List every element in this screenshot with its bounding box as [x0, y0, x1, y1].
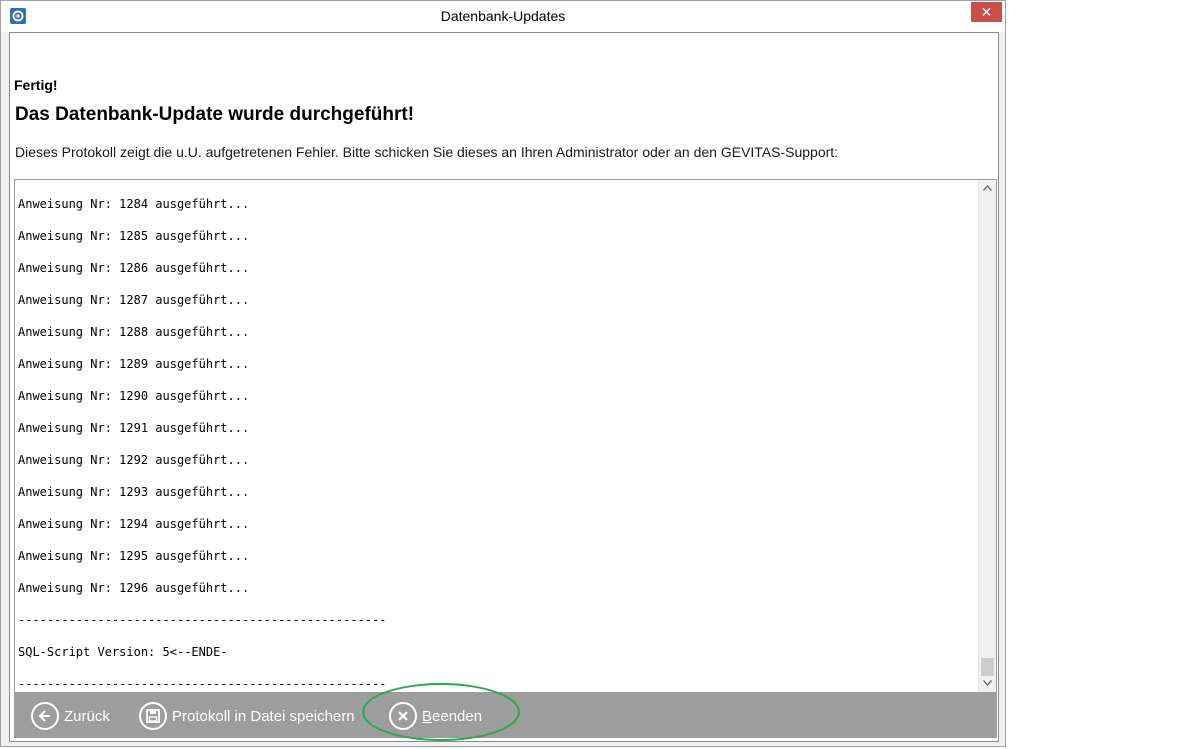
save-log-button-label: Protokoll in Datei speichern [172, 707, 355, 725]
dialog-window: Datenbank-Updates ✕ Fertig! Das Datenban… [0, 0, 1006, 747]
arrow-left-icon [31, 702, 59, 730]
save-log-button[interactable]: Protokoll in Datei speichern [139, 700, 355, 732]
log-line: Anweisung Nr: 1289 ausgeführt... [18, 357, 250, 371]
log-line: SQL-Script Version: 5<--ENDE- [18, 645, 228, 659]
log-line: ----------------------------------------… [18, 677, 387, 691]
finish-button[interactable]: Beenden [389, 700, 482, 732]
scroll-up-icon[interactable] [979, 180, 996, 197]
log-scrollbar[interactable] [978, 180, 996, 692]
close-circle-icon [389, 702, 417, 730]
log-textarea[interactable]: Anweisung Nr: 1284 ausgeführt... Anweisu… [14, 179, 997, 693]
button-bar: Zurück Protokoll in Datei speichern Been… [14, 693, 997, 738]
log-line: Anweisung Nr: 1284 ausgeführt... [18, 197, 250, 211]
log-line: Anweisung Nr: 1293 ausgeführt... [18, 485, 250, 499]
scroll-thumb[interactable] [981, 658, 994, 676]
log-line: Anweisung Nr: 1294 ausgeführt... [18, 517, 250, 531]
close-icon: ✕ [980, 4, 993, 20]
close-button[interactable]: ✕ [971, 2, 1002, 22]
log-line: Anweisung Nr: 1295 ausgeführt... [18, 549, 250, 563]
log-lines: Anweisung Nr: 1284 ausgeführt... Anweisu… [18, 196, 387, 692]
log-line: Anweisung Nr: 1287 ausgeführt... [18, 293, 250, 307]
log-line: Anweisung Nr: 1286 ausgeführt... [18, 261, 250, 275]
back-button-label: Zurück [64, 707, 110, 725]
finish-button-mnemonic: B [422, 707, 433, 725]
floppy-disk-icon [139, 702, 167, 730]
finish-button-label: Beenden [422, 708, 482, 725]
log-line: Anweisung Nr: 1291 ausgeführt... [18, 421, 250, 435]
description-text: Dieses Protokoll zeigt die u.U. aufgetre… [15, 144, 839, 160]
title-bar: Datenbank-Updates ✕ [1, 1, 1005, 32]
finish-button-label-rest: eenden [432, 707, 483, 725]
log-line: Anweisung Nr: 1292 ausgeführt... [18, 453, 250, 467]
log-line: ----------------------------------------… [18, 613, 387, 627]
scroll-down-icon[interactable] [979, 675, 996, 692]
log-line: Anweisung Nr: 1288 ausgeführt... [18, 325, 250, 339]
window-title: Datenbank-Updates [440, 8, 566, 24]
status-label: Fertig! [14, 77, 58, 93]
page-headline: Das Datenbank-Update wurde durchgeführt! [15, 104, 415, 125]
back-button[interactable]: Zurück [31, 700, 110, 732]
log-line: Anweisung Nr: 1285 ausgeführt... [18, 229, 250, 243]
log-line: Anweisung Nr: 1290 ausgeführt... [18, 389, 250, 403]
log-line: Anweisung Nr: 1296 ausgeführt... [18, 581, 250, 595]
dialog-content: Fertig! Das Datenbank-Update wurde durch… [9, 32, 999, 742]
